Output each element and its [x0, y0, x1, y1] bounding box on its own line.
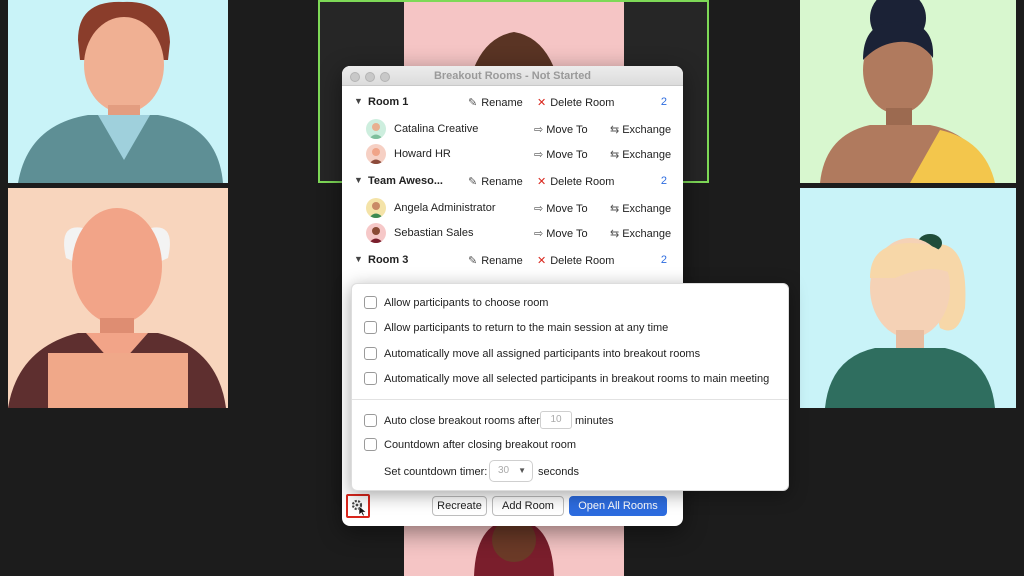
option-label: Auto close breakout rooms after — [384, 415, 540, 427]
move-to-button[interactable]: ⇨ Move To — [534, 123, 588, 136]
chevron-down-icon[interactable]: ▼ — [354, 254, 363, 264]
x-icon: ✕ — [537, 176, 547, 188]
participant-count: 2 — [660, 254, 667, 266]
avatar — [366, 144, 386, 164]
rename-room-button[interactable]: ✎ Rename — [468, 175, 523, 188]
move-to-icon: ⇨ — [534, 124, 544, 136]
settings-button[interactable] — [346, 494, 370, 518]
exchange-icon: ⇆ — [610, 124, 620, 136]
countdown-timer-select[interactable]: 30 ▼ — [489, 460, 533, 482]
participant-avatar — [18, 1, 223, 183]
avatar — [366, 198, 386, 218]
move-to-icon: ⇨ — [534, 149, 544, 161]
open-all-rooms-button[interactable]: Open All Rooms — [569, 496, 667, 516]
checkbox[interactable] — [364, 296, 377, 309]
option-label: Allow participants to choose room — [384, 297, 549, 309]
rename-room-button[interactable]: ✎ Rename — [468, 96, 523, 109]
delete-room-button[interactable]: ✕ Delete Room — [537, 175, 614, 188]
exchange-icon: ⇆ — [610, 203, 620, 215]
rename-room-button[interactable]: ✎ Rename — [468, 254, 523, 267]
video-tile-man-glasses[interactable] — [8, 0, 228, 183]
participant-name: Angela Administrator — [394, 202, 496, 214]
chevron-down-icon[interactable]: ▼ — [354, 175, 363, 185]
pencil-icon: ✎ — [468, 97, 478, 109]
video-tile-old-man[interactable] — [8, 188, 228, 408]
room-name: Room 3 — [368, 254, 409, 266]
title-bar[interactable]: Breakout Rooms - Not Started — [342, 66, 683, 86]
option-countdown[interactable]: Countdown after closing breakout room — [364, 438, 764, 454]
unit-label: seconds — [538, 466, 579, 478]
recreate-button[interactable]: Recreate — [432, 496, 487, 516]
unit-label: minutes — [575, 415, 614, 427]
exchange-button[interactable]: ⇆ Exchange — [610, 227, 671, 240]
participant-name: Catalina Creative — [394, 123, 479, 135]
move-to-button[interactable]: ⇨ Move To — [534, 148, 588, 161]
avatar — [366, 119, 386, 139]
participant-avatar — [825, 234, 995, 408]
video-tile-woman-blonde[interactable] — [800, 188, 1016, 408]
pencil-icon: ✎ — [468, 255, 478, 267]
participant-count: 2 — [660, 96, 667, 108]
pencil-icon: ✎ — [468, 176, 478, 188]
participant-name: Sebastian Sales — [394, 227, 474, 239]
option-auto-close[interactable]: Auto close breakout rooms after 10 minut… — [364, 411, 764, 430]
participant-avatar — [474, 520, 554, 576]
option-label: Automatically move all selected particip… — [384, 373, 770, 385]
exchange-icon: ⇆ — [610, 228, 620, 240]
participant-name: Howard HR — [394, 148, 451, 160]
divider — [352, 399, 788, 400]
gear-icon — [351, 499, 367, 517]
x-icon: ✕ — [537, 97, 547, 109]
auto-close-minutes-input[interactable]: 10 — [540, 411, 572, 429]
exchange-button[interactable]: ⇆ Exchange — [610, 123, 671, 136]
participant-avatar — [8, 208, 226, 408]
x-icon: ✕ — [537, 255, 547, 267]
option-label: Automatically move all assigned particip… — [384, 348, 701, 360]
breakout-options-popover: Allow participants to choose room Allow … — [351, 283, 789, 491]
checkbox[interactable] — [364, 372, 377, 385]
chevron-down-icon[interactable]: ▼ — [354, 96, 363, 106]
room-header[interactable]: ▼ Room 3 ✎ Rename ✕ Delete Room 2 — [342, 249, 683, 271]
participant-avatar — [820, 0, 995, 183]
add-room-button[interactable]: Add Room — [492, 496, 564, 516]
participant-count: 2 — [660, 175, 667, 187]
checkbox[interactable] — [364, 438, 377, 451]
checkbox[interactable] — [364, 347, 377, 360]
participant-row[interactable]: Angela Administrator ⇨ Move To ⇆ Exchange — [342, 196, 683, 220]
move-to-icon: ⇨ — [534, 203, 544, 215]
chevron-down-icon: ▼ — [518, 466, 526, 475]
participant-row[interactable]: Howard HR ⇨ Move To ⇆ Exchange — [342, 142, 683, 166]
checkbox[interactable] — [364, 414, 377, 427]
move-to-icon: ⇨ — [534, 228, 544, 240]
option-label: Countdown after closing breakout room — [384, 439, 576, 451]
exchange-button[interactable]: ⇆ Exchange — [610, 148, 671, 161]
video-tile-woman-bun[interactable] — [800, 0, 1016, 183]
timer-label: Set countdown timer: — [384, 466, 488, 478]
video-gallery: Breakout Rooms - Not Started ▼ Room 1 ✎ R… — [0, 0, 1024, 576]
room-name: Team Aweso... — [368, 175, 443, 187]
room-header[interactable]: ▼ Room 1 ✎ Rename ✕ Delete Room 2 — [342, 91, 683, 113]
move-to-button[interactable]: ⇨ Move To — [534, 202, 588, 215]
checkbox[interactable] — [364, 321, 377, 334]
room-name: Room 1 — [368, 96, 409, 108]
delete-room-button[interactable]: ✕ Delete Room — [537, 254, 614, 267]
participant-row[interactable]: Sebastian Sales ⇨ Move To ⇆ Exchange — [342, 221, 683, 245]
exchange-button[interactable]: ⇆ Exchange — [610, 202, 671, 215]
participant-row[interactable]: Catalina Creative ⇨ Move To ⇆ Exchange — [342, 117, 683, 141]
video-tile-bottom[interactable] — [404, 520, 624, 576]
move-to-button[interactable]: ⇨ Move To — [534, 227, 588, 240]
countdown-timer-row: Set countdown timer: 30 ▼ seconds — [364, 460, 764, 482]
avatar — [366, 223, 386, 243]
delete-room-button[interactable]: ✕ Delete Room — [537, 96, 614, 109]
window-title: Breakout Rooms - Not Started — [433, 70, 592, 82]
option-label: Allow participants to return to the main… — [384, 322, 669, 334]
room-header[interactable]: ▼ Team Aweso... ✎ Rename ✕ Delete Room 2 — [342, 170, 683, 192]
exchange-icon: ⇆ — [610, 149, 620, 161]
